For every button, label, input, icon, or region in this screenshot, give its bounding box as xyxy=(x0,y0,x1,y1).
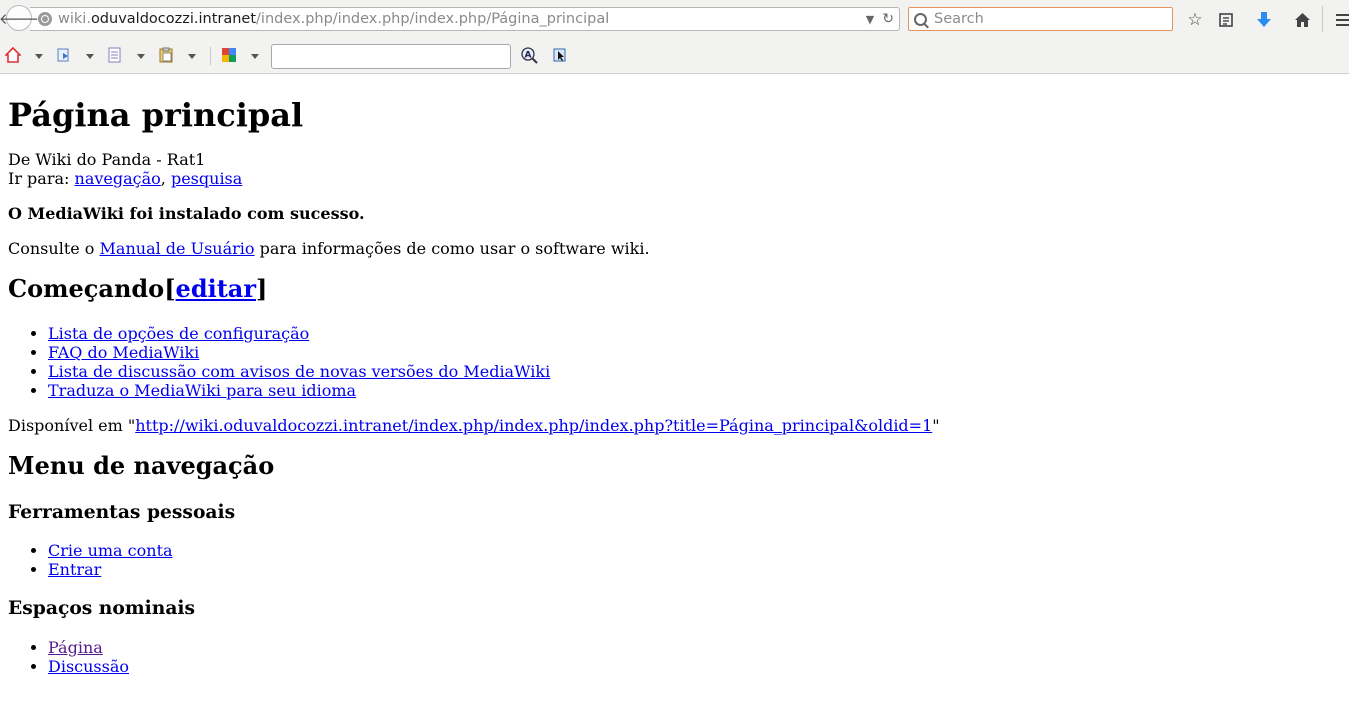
reading-list-icon[interactable] xyxy=(1215,9,1237,31)
list-item: Lista de opções de configuração xyxy=(48,324,1338,343)
namespaces-heading: Espaços nominais xyxy=(8,597,196,619)
browser-chrome: wiki.oduvaldocozzi.intranet/index.php/in… xyxy=(0,0,1349,74)
google-dropdown-icon[interactable] xyxy=(251,54,259,59)
clipboard-icon[interactable] xyxy=(158,47,174,64)
toolbar-search-input[interactable] xyxy=(271,44,511,69)
navigation-toolbar: wiki.oduvaldocozzi.intranet/index.php/in… xyxy=(0,0,1349,38)
toolbar-divider xyxy=(1322,6,1323,32)
page-tab-link[interactable]: Página xyxy=(48,638,103,657)
globe-icon xyxy=(38,12,52,26)
bookmarks-toolbar: A xyxy=(0,40,1349,72)
edit-section-link[interactable]: editar xyxy=(176,274,256,303)
search-bar[interactable] xyxy=(908,7,1173,31)
home-icon[interactable] xyxy=(1291,9,1313,31)
list-item: Entrar xyxy=(48,560,1338,579)
start-links-list: Lista de opções de configuração FAQ do M… xyxy=(8,324,1338,400)
url-bar[interactable]: wiki.oduvaldocozzi.intranet/index.php/in… xyxy=(30,7,900,31)
nav-menu-heading: Menu de navegação xyxy=(8,451,275,480)
google-icon[interactable] xyxy=(221,47,237,64)
document-icon[interactable] xyxy=(107,47,123,64)
page-title: Página principal xyxy=(8,96,304,134)
search-a-icon[interactable]: A xyxy=(521,47,538,64)
jump-separator: , xyxy=(160,169,166,188)
wiki-content: Página principal De Wiki do Panda - Rat1… xyxy=(8,74,1338,676)
toolbar-separator xyxy=(210,47,211,65)
back-button[interactable]: 🡐 xyxy=(0,5,39,31)
bookmark-star-icon[interactable]: ☆ xyxy=(1184,9,1206,31)
success-message: O MediaWiki foi instalado com sucesso. xyxy=(8,204,365,223)
jump-to-label: Ir para: xyxy=(8,169,70,188)
section-heading-start: Começando[editar] xyxy=(8,274,268,303)
page-forward-icon[interactable] xyxy=(56,47,72,64)
list-item: Crie uma conta xyxy=(48,541,1338,560)
personal-tools-heading: Ferramentas pessoais xyxy=(8,501,236,523)
page-dropdown-icon[interactable] xyxy=(86,54,94,59)
jump-links: Ir para: navegação, pesquisa xyxy=(8,169,1338,188)
clipboard-dropdown-icon[interactable] xyxy=(188,54,196,59)
search-input[interactable] xyxy=(934,11,1154,27)
create-account-link[interactable]: Crie uma conta xyxy=(48,541,173,560)
user-manual-link[interactable]: Manual de Usuário xyxy=(100,239,255,258)
search-icon[interactable] xyxy=(914,12,927,26)
home-dropdown-icon[interactable] xyxy=(35,54,43,59)
menu-icon[interactable] xyxy=(1331,9,1349,31)
url-text[interactable]: wiki.oduvaldocozzi.intranet/index.php/in… xyxy=(58,11,609,27)
home-red-icon[interactable] xyxy=(4,46,22,64)
dropdown-arrow-icon[interactable]: ▼ xyxy=(866,13,874,26)
jump-search-link[interactable]: pesquisa xyxy=(171,169,242,188)
login-link[interactable]: Entrar xyxy=(48,560,101,579)
jump-nav-link[interactable]: navegação xyxy=(75,169,161,188)
document-dropdown-icon[interactable] xyxy=(137,54,145,59)
list-item: FAQ do MediaWiki xyxy=(48,343,1338,362)
back-arrow-icon: 🡐 xyxy=(0,9,40,28)
config-options-link[interactable]: Lista de opções de configuração xyxy=(48,324,309,343)
list-item: Discussão xyxy=(48,657,1338,676)
list-item: Traduza o MediaWiki para seu idioma xyxy=(48,381,1338,400)
discussion-tab-link[interactable]: Discussão xyxy=(48,657,129,676)
faq-link[interactable]: FAQ do MediaWiki xyxy=(48,343,199,362)
svg-text:A: A xyxy=(525,51,532,61)
translate-link[interactable]: Traduza o MediaWiki para seu idioma xyxy=(48,381,356,400)
list-item: Página xyxy=(48,638,1338,657)
page-pointer-icon[interactable] xyxy=(552,47,568,64)
download-icon[interactable] xyxy=(1253,9,1275,31)
url-tools: ▼ ↻ xyxy=(866,11,899,27)
list-item: Lista de discussão com avisos de novas v… xyxy=(48,362,1338,381)
reload-icon[interactable]: ↻ xyxy=(882,11,894,27)
permalink-link[interactable]: http://wiki.oduvaldocozzi.intranet/index… xyxy=(135,416,932,435)
consult-paragraph: Consulte o Manual de Usuário para inform… xyxy=(8,239,650,258)
retrieved-from: Disponível em "http://wiki.oduvaldocozzi… xyxy=(8,416,940,435)
namespaces-list: Página Discussão xyxy=(8,638,1338,676)
site-sub: De Wiki do Panda - Rat1 xyxy=(8,150,206,169)
mailing-list-link[interactable]: Lista de discussão com avisos de novas v… xyxy=(48,362,550,381)
personal-tools-list: Crie uma conta Entrar xyxy=(8,541,1338,579)
